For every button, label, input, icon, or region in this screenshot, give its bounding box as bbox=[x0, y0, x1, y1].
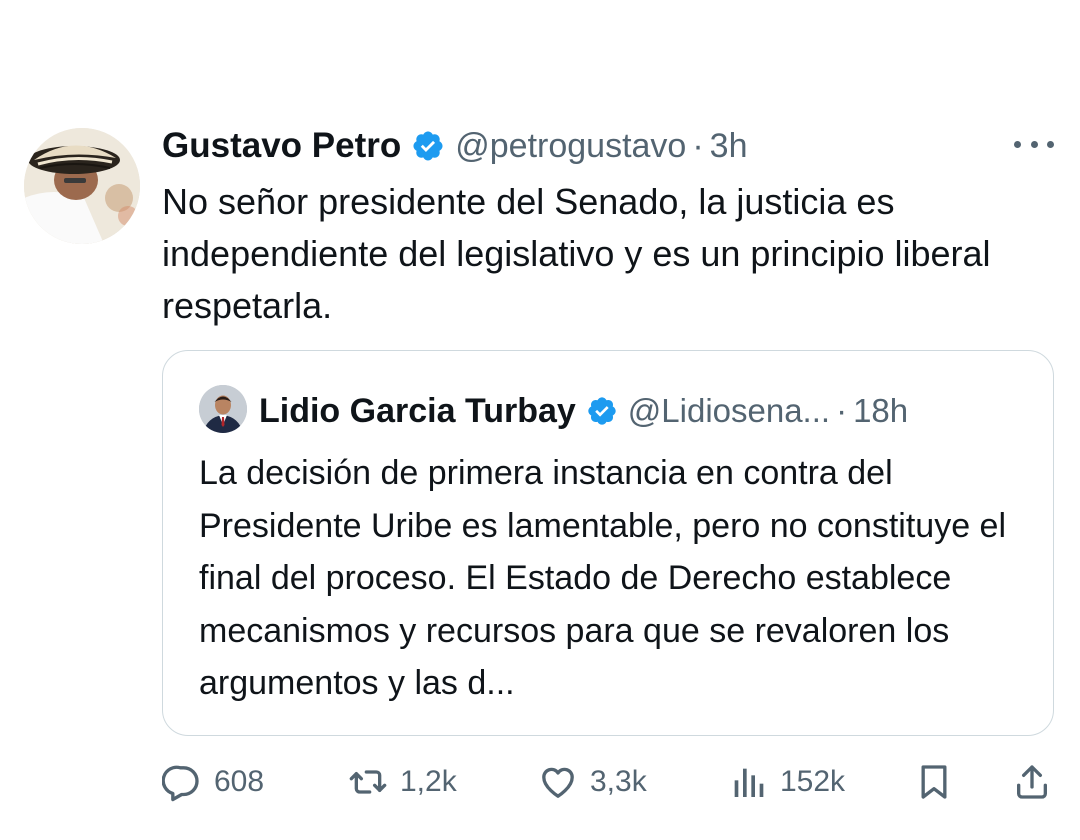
tweet-text: No señor presidente del Senado, la justi… bbox=[162, 181, 991, 326]
quoted-author-avatar[interactable] bbox=[199, 385, 247, 433]
author-handle[interactable]: @petrogustavo bbox=[455, 127, 686, 166]
views-chart-icon bbox=[728, 762, 768, 802]
reply-bubble-icon bbox=[162, 762, 202, 802]
action-bar: 608 1,2k 3,3k 152k bbox=[162, 756, 1054, 808]
tweet[interactable]: Gustavo Petro @petrogustavo · 3h No seño… bbox=[0, 0, 1080, 840]
share-button[interactable] bbox=[1012, 756, 1052, 808]
author-name[interactable]: Gustavo Petro bbox=[162, 126, 401, 166]
views-button[interactable]: 152k bbox=[728, 756, 845, 808]
tweet-header: Gustavo Petro @petrogustavo · 3h bbox=[162, 120, 747, 172]
share-icon bbox=[1012, 762, 1052, 802]
separator-dot: · bbox=[836, 392, 848, 429]
heart-icon bbox=[538, 762, 578, 802]
repost-count: 1,2k bbox=[400, 765, 457, 798]
quoted-author-handle[interactable]: @Lidiosena... bbox=[628, 392, 830, 430]
quoted-tweet[interactable]: Lidio Garcia Turbay @Lidiosena... · 18h … bbox=[162, 350, 1054, 736]
bookmark-icon bbox=[914, 762, 954, 802]
separator-dot: · bbox=[692, 126, 704, 165]
quoted-author-name[interactable]: Lidio Garcia Turbay bbox=[259, 392, 576, 431]
reply-count: 608 bbox=[214, 765, 265, 798]
quoted-tweet-header: Lidio Garcia Turbay @Lidiosena... · 18h bbox=[259, 385, 908, 437]
like-count: 3,3k bbox=[590, 765, 647, 798]
verified-badge-icon[interactable] bbox=[586, 395, 618, 427]
reply-button[interactable]: 608 bbox=[162, 756, 264, 808]
views-count: 152k bbox=[780, 765, 846, 798]
author-avatar[interactable] bbox=[24, 128, 140, 244]
like-button[interactable]: 3,3k bbox=[538, 756, 647, 808]
repost-button[interactable]: 1,2k bbox=[348, 756, 457, 808]
more-options-icon[interactable] bbox=[1014, 132, 1054, 156]
tweet-timestamp[interactable]: 3h bbox=[710, 127, 748, 166]
avatar-image-icon bbox=[24, 128, 140, 244]
quoted-tweet-timestamp[interactable]: 18h bbox=[853, 392, 908, 430]
repost-icon bbox=[348, 762, 388, 802]
quoted-tweet-text: La decisión de primera instancia en cont… bbox=[199, 454, 1007, 702]
bookmark-button[interactable] bbox=[914, 756, 954, 808]
verified-badge-icon[interactable] bbox=[411, 129, 445, 163]
quoted-avatar-image-icon bbox=[199, 385, 247, 433]
